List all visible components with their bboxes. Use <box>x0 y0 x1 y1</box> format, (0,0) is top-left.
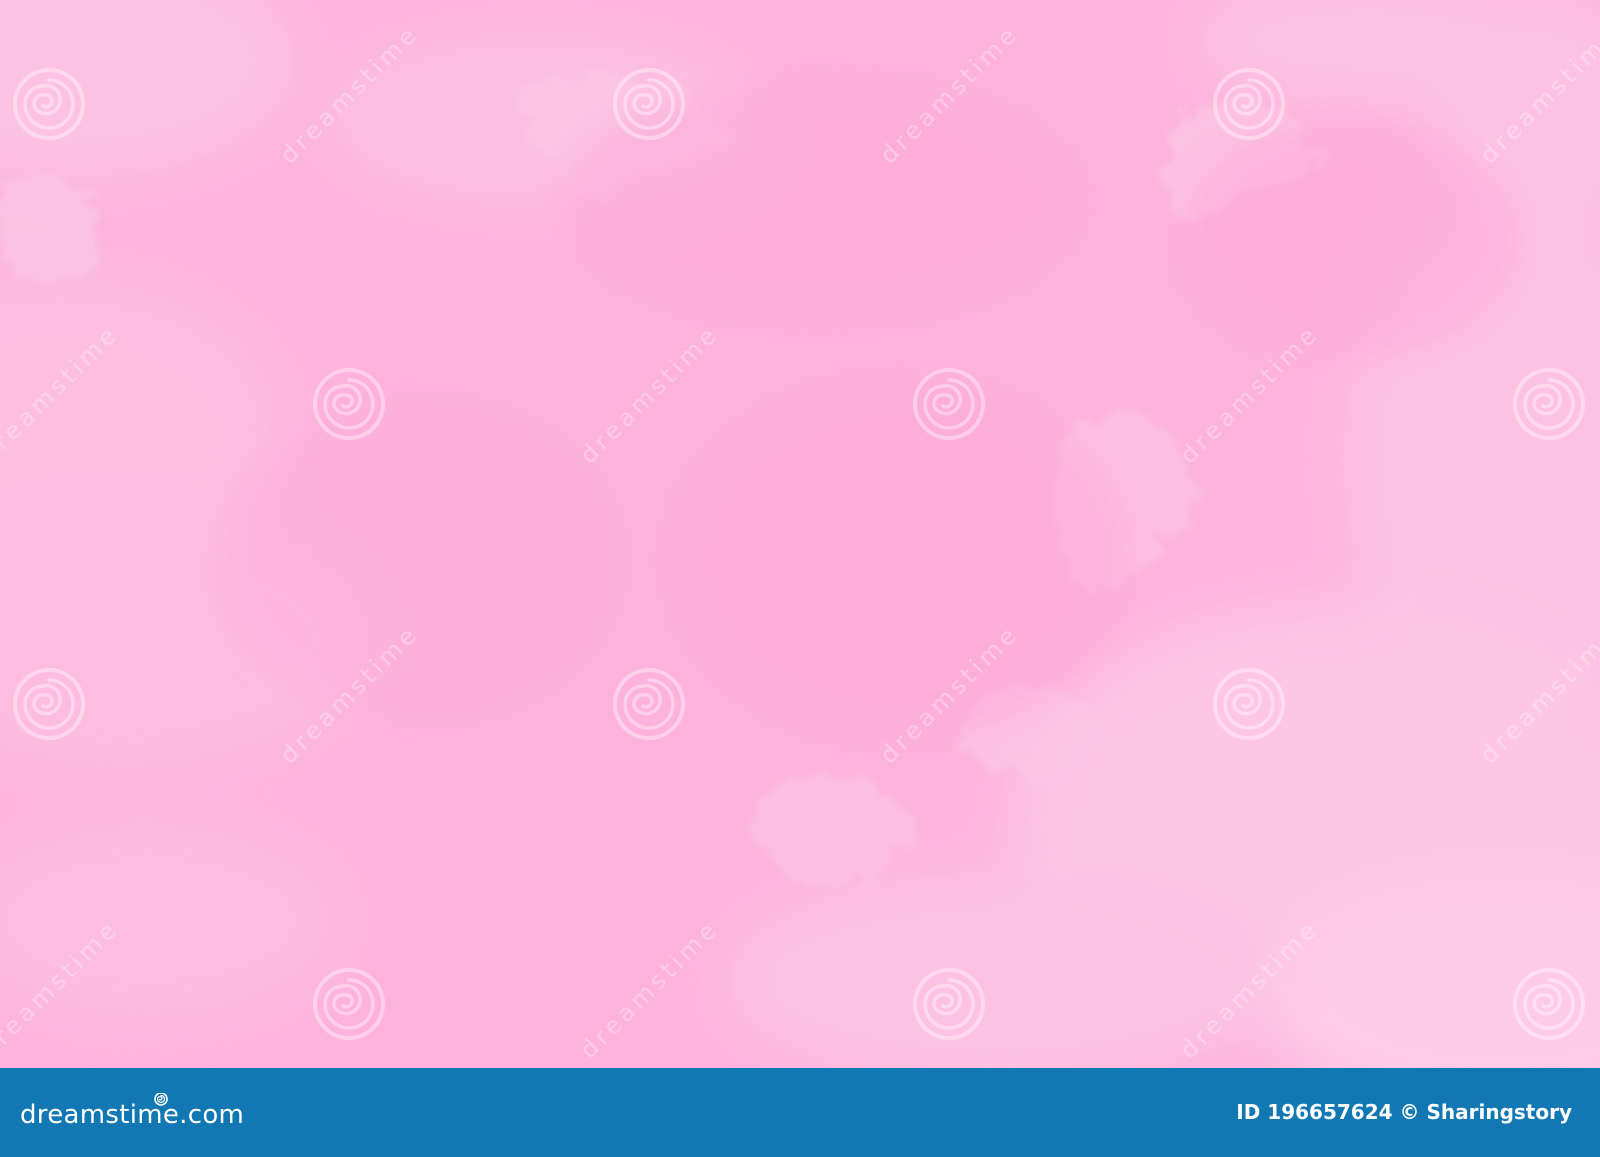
stock-photo-page: dreamstime.com ID 196657624 © Sharingsto… <box>0 0 1600 1157</box>
brand-logo[interactable]: dreamstime.com <box>20 1093 290 1133</box>
id-label: ID <box>1236 1100 1261 1124</box>
pink-sky-photo: dreamstime <box>0 0 1600 1068</box>
author-name[interactable]: Sharingstory <box>1426 1100 1572 1124</box>
copyright-symbol: © <box>1399 1100 1420 1124</box>
image-id: 196657624 <box>1267 1100 1393 1124</box>
image-credit: ID 196657624 © Sharingstory <box>1236 1100 1572 1124</box>
sky-clouds-image: dreamstime <box>0 0 1600 1068</box>
footer-bar: dreamstime.com ID 196657624 © Sharingsto… <box>0 1068 1600 1157</box>
brand-wordmark: dreamstime.com <box>20 1100 244 1130</box>
